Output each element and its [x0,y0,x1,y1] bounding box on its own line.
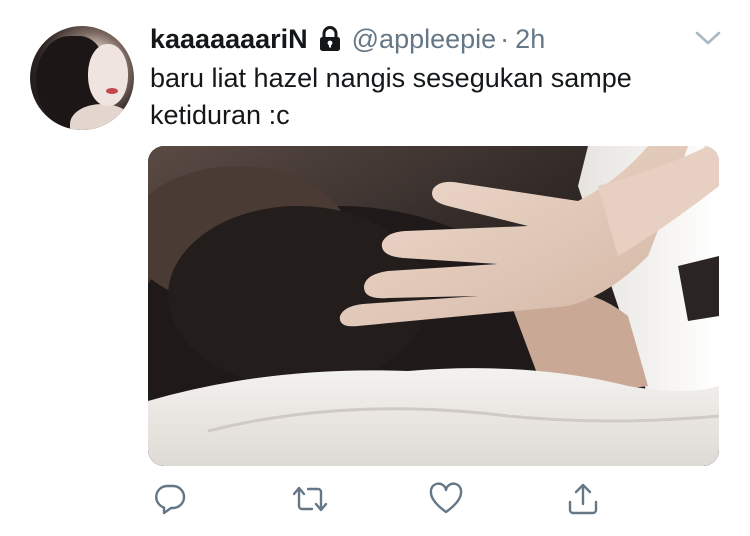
avatar-face [88,44,128,106]
display-name[interactable]: kaaaaaaariN [150,24,308,55]
lock-icon [318,26,342,52]
tweet-photo[interactable] [148,146,719,466]
photo-content [148,146,719,466]
tweet-actions [0,482,750,522]
tweet-text: baru liat hazel nangis sesegukan sampe k… [150,63,632,130]
chevron-down-icon[interactable] [694,28,722,48]
tweet-header: kaaaaaaariN @appleepie · 2h [150,22,545,56]
tweet[interactable]: kaaaaaaariN @appleepie · 2h baru liat ha… [0,0,750,536]
user-handle[interactable]: @appleepie [352,24,497,55]
share-icon[interactable] [566,482,600,516]
timestamp[interactable]: 2h [515,24,545,55]
avatar-lips [106,88,118,94]
heart-icon[interactable] [429,482,463,516]
separator-dot: · [500,23,510,54]
avatar[interactable] [30,26,134,130]
reply-icon[interactable] [153,482,187,516]
retweet-icon[interactable] [290,482,330,516]
